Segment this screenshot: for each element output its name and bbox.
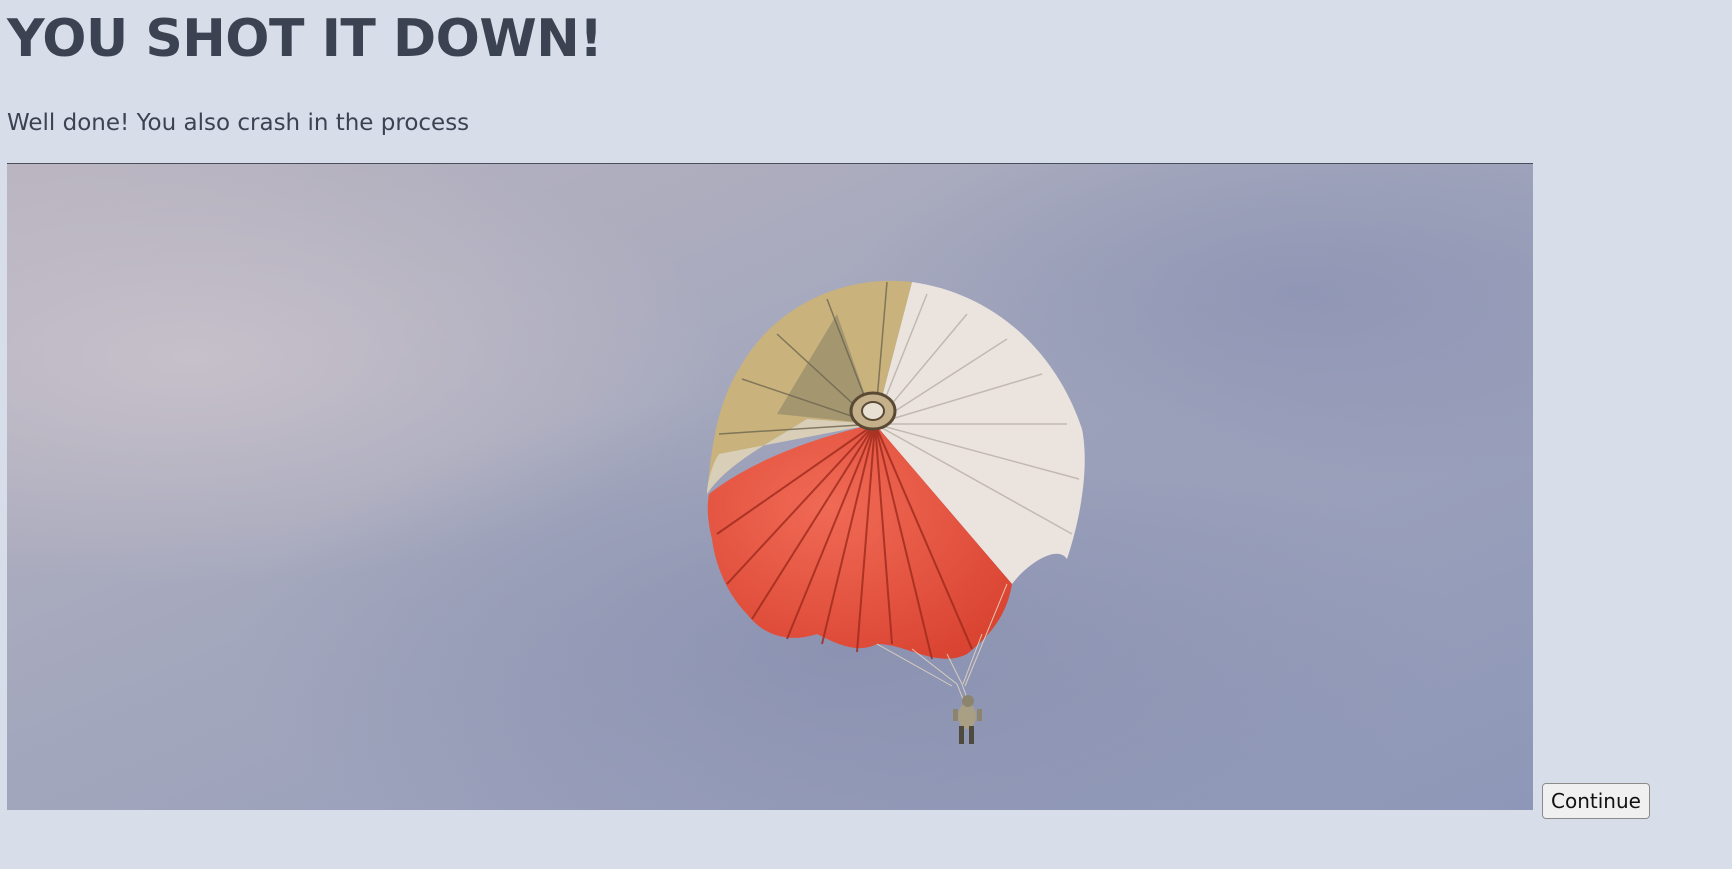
page-title: YOU SHOT IT DOWN! <box>7 9 603 69</box>
game-screen: YOU SHOT IT DOWN! Well done! You also cr… <box>7 0 1727 819</box>
parachute-scene-image <box>7 163 1533 810</box>
scene-row: Continue <box>7 163 1650 819</box>
continue-button[interactable]: Continue <box>1542 783 1650 819</box>
result-message: Well done! You also crash in the process <box>7 110 470 136</box>
